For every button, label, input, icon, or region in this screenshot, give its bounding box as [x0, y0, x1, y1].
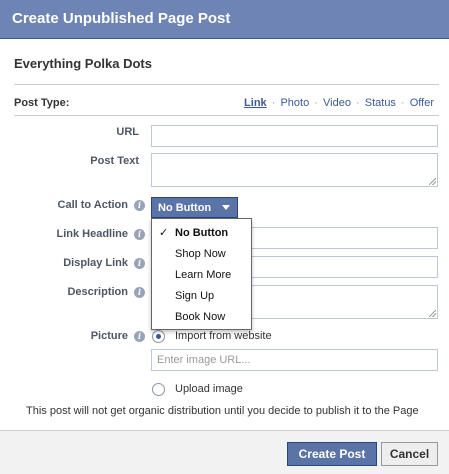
divider [14, 84, 439, 85]
picture-label: Picture i [91, 330, 145, 342]
create-post-button[interactable]: Create Post [287, 442, 377, 466]
info-icon[interactable]: i [134, 228, 145, 240]
menu-item-sign-up[interactable]: Sign Up [175, 290, 214, 302]
divider [14, 115, 439, 116]
dialog-footer: Create Post Cancel [0, 430, 449, 474]
info-icon[interactable]: i [134, 199, 145, 211]
upload-image-radio[interactable] [152, 383, 165, 396]
menu-item-shop-now[interactable]: Shop Now [175, 248, 226, 260]
menu-item-no-button[interactable]: No Button [175, 227, 228, 239]
tab-photo[interactable]: Photo [280, 97, 309, 109]
url-label: URL [116, 126, 139, 138]
upload-image-label: Upload image [175, 383, 243, 395]
dialog-title: Create Unpublished Page Post [12, 10, 231, 27]
chevron-down-icon [222, 205, 230, 210]
cancel-button[interactable]: Cancel [381, 442, 438, 466]
post-text-label: Post Text [90, 155, 139, 167]
tab-offer[interactable]: Offer [410, 97, 434, 109]
image-url-field[interactable] [151, 349, 438, 371]
url-input[interactable] [151, 125, 438, 147]
separator: · [401, 97, 405, 109]
menu-item-book-now[interactable]: Book Now [175, 311, 225, 323]
cta-label-text: Call to Action [57, 199, 128, 211]
cta-dropdown-menu: ✓ No Button Shop Now Learn More Sign Up … [151, 218, 252, 330]
separator: · [271, 97, 276, 109]
info-icon[interactable]: i [134, 286, 145, 298]
cta-label: Call to Action i [58, 199, 145, 211]
import-from-website-radio[interactable] [152, 330, 165, 343]
url-label-text: URL [116, 126, 139, 138]
display-link-label-text: Display Link [63, 257, 128, 269]
description-label-text: Description [67, 286, 128, 298]
picture-label-text: Picture [90, 330, 128, 342]
tab-link[interactable]: Link [244, 97, 267, 109]
dialog-titlebar: Create Unpublished Page Post [0, 0, 449, 39]
separator: · [356, 97, 360, 109]
checkmark-icon: ✓ [159, 227, 169, 239]
image-url-input[interactable] [152, 350, 437, 370]
description-label: Description i [67, 286, 145, 298]
menu-item-learn-more[interactable]: Learn More [175, 269, 231, 281]
organic-distribution-notice: This post will not get organic distribut… [26, 405, 419, 417]
post-type-label: Post Type: [14, 97, 70, 109]
page-name: Everything Polka Dots [14, 56, 152, 71]
cta-selected-value: No Button [158, 201, 212, 214]
post-type-tabs: Link · Photo · Video · Status · Offer [244, 97, 434, 109]
info-icon[interactable]: i [134, 330, 145, 342]
import-from-website-label: Import from website [175, 330, 272, 342]
tab-status[interactable]: Status [365, 97, 396, 109]
create-post-dialog: Create Unpublished Page Post Everything … [0, 0, 449, 474]
tab-video[interactable]: Video [323, 97, 351, 109]
post-text-textarea[interactable] [151, 153, 438, 187]
post-text-label-text: Post Text [90, 155, 139, 167]
separator: · [314, 97, 318, 109]
info-icon[interactable]: i [134, 257, 145, 269]
display-link-label: Display Link i [63, 257, 145, 269]
link-headline-label: Link Headline i [56, 228, 145, 240]
cta-dropdown-button[interactable]: No Button [151, 197, 238, 218]
link-headline-label-text: Link Headline [56, 228, 128, 240]
